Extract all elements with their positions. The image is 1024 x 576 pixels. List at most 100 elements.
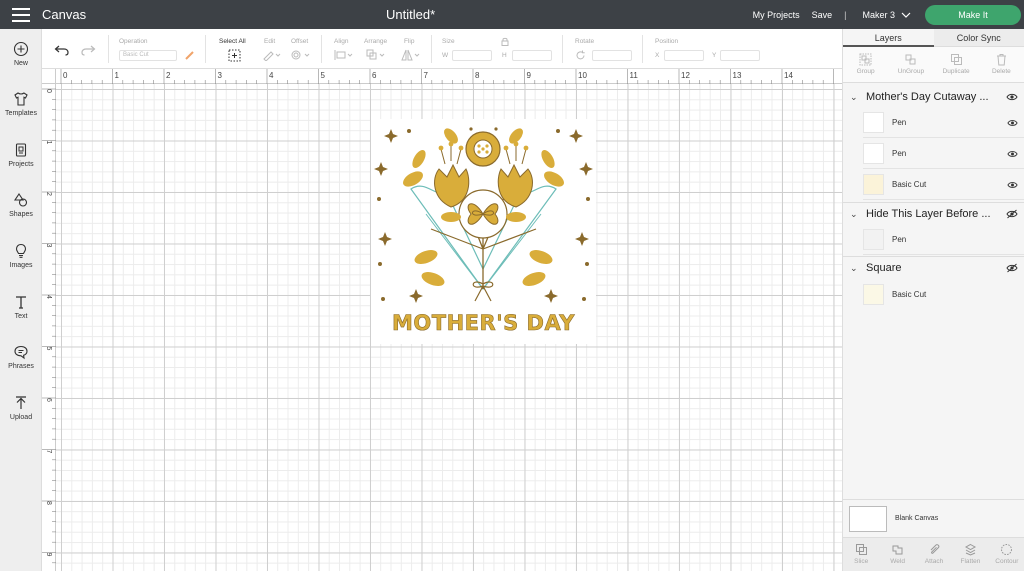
sidebar-item-text[interactable]: Text bbox=[0, 294, 42, 320]
weld-icon bbox=[891, 543, 904, 556]
contour-label: Contour bbox=[995, 558, 1018, 565]
contour-button[interactable]: Contour bbox=[989, 538, 1024, 571]
operation-select[interactable]: Basic Cut bbox=[119, 50, 177, 61]
group-button[interactable]: Group bbox=[843, 47, 888, 82]
rotate-input[interactable] bbox=[592, 50, 632, 61]
make-it-button[interactable]: Make It bbox=[925, 5, 1021, 25]
tab-layers[interactable]: Layers bbox=[843, 29, 934, 47]
ruler-label: 3 bbox=[45, 244, 52, 248]
attach-label: Attach bbox=[925, 558, 943, 565]
pen-color-icon[interactable] bbox=[184, 49, 196, 61]
ruler-label: 14 bbox=[784, 71, 793, 80]
eye-hidden-icon[interactable] bbox=[1006, 263, 1018, 273]
chevron-down-icon[interactable]: ⌄ bbox=[850, 263, 860, 274]
eye-icon[interactable] bbox=[1007, 118, 1018, 128]
arrange-label: Arrange bbox=[364, 38, 387, 45]
horizontal-ruler: 01234567891011121314 bbox=[56, 69, 842, 84]
ruler-label: 8 bbox=[475, 71, 480, 80]
sidebar-item-upload[interactable]: Upload bbox=[0, 395, 42, 421]
hamburger-menu-icon[interactable] bbox=[0, 0, 42, 29]
vertical-ruler: 0123456789 bbox=[42, 84, 56, 571]
sidebar-label: Upload bbox=[10, 414, 32, 421]
layer-group-name: Mother's Day Cutaway ... bbox=[866, 91, 989, 103]
layer-group-square[interactable]: ⌄ Square bbox=[843, 257, 1024, 279]
chevron-down-icon[interactable]: ⌄ bbox=[850, 209, 860, 220]
height-input[interactable] bbox=[512, 50, 552, 61]
sidebar-item-new[interactable]: New bbox=[0, 41, 42, 67]
sidebar-item-images[interactable]: Images bbox=[0, 243, 42, 269]
blank-canvas-row[interactable]: Blank Canvas bbox=[843, 499, 1024, 537]
layer-row[interactable]: Pen bbox=[863, 108, 1024, 138]
delete-label: Delete bbox=[992, 68, 1011, 75]
offset-label: Offset bbox=[291, 38, 308, 45]
lightbulb-icon bbox=[13, 243, 29, 259]
contour-icon bbox=[1000, 543, 1013, 556]
attach-button[interactable]: Attach bbox=[916, 538, 952, 571]
select-all-icon[interactable] bbox=[228, 49, 241, 62]
weld-button[interactable]: Weld bbox=[879, 538, 915, 571]
layer-group-mothers-day[interactable]: ⌄ Mother's Day Cutaway ... bbox=[843, 86, 1024, 108]
chevron-down-icon[interactable]: ⌄ bbox=[850, 92, 860, 103]
machine-selector[interactable]: Maker 3 bbox=[862, 10, 911, 20]
arrange-icon[interactable] bbox=[365, 49, 387, 61]
redo-icon[interactable] bbox=[80, 44, 96, 56]
flip-label: Flip bbox=[404, 38, 414, 45]
vertical-ruler-ticks: 0123456789 bbox=[42, 84, 56, 571]
blank-canvas-thumbnail bbox=[849, 506, 887, 532]
horizontal-ruler-ticks: 01234567891011121314 bbox=[56, 69, 842, 84]
ruler-label: 1 bbox=[115, 71, 120, 80]
operation-value: Basic Cut bbox=[123, 52, 149, 58]
sidebar-item-projects[interactable]: Projects bbox=[0, 142, 42, 168]
sidebar-label: Shapes bbox=[9, 211, 33, 218]
ruler-label: 6 bbox=[45, 398, 52, 402]
chevron-down-icon bbox=[901, 10, 911, 20]
ruler-label: 8 bbox=[45, 501, 52, 505]
save-button[interactable]: Save bbox=[812, 10, 833, 20]
flip-icon[interactable] bbox=[400, 49, 422, 61]
sidebar-item-phrases[interactable]: Phrases bbox=[0, 344, 42, 370]
slice-button[interactable]: Slice bbox=[843, 538, 879, 571]
layer-row[interactable]: Pen bbox=[863, 225, 1024, 255]
layer-thumbnail bbox=[863, 143, 884, 164]
eye-hidden-icon[interactable] bbox=[1006, 209, 1018, 219]
layer-name: Basic Cut bbox=[892, 180, 926, 189]
operation-label: Operation bbox=[119, 38, 148, 45]
sidebar-label: Templates bbox=[5, 110, 37, 117]
layer-group-hide-this[interactable]: ⌄ Hide This Layer Before ... bbox=[843, 203, 1024, 225]
x-input[interactable] bbox=[664, 50, 704, 61]
my-projects-link[interactable]: My Projects bbox=[753, 10, 800, 20]
undo-icon[interactable] bbox=[54, 44, 70, 56]
delete-button[interactable]: Delete bbox=[979, 47, 1024, 82]
document-title[interactable]: Untitled* bbox=[386, 7, 435, 22]
offset-icon[interactable] bbox=[290, 49, 312, 61]
sidebar-item-templates[interactable]: Templates bbox=[0, 91, 42, 117]
duplicate-button[interactable]: Duplicate bbox=[934, 47, 979, 82]
ungroup-button[interactable]: UnGroup bbox=[888, 47, 933, 82]
ungroup-icon bbox=[904, 53, 917, 66]
left-sidebar: New Templates Projects Shapes Images Tex… bbox=[0, 29, 42, 571]
trash-icon bbox=[995, 53, 1008, 66]
mothers-day-design[interactable]: MOTHER'S DAY bbox=[371, 119, 596, 344]
ruler-label: 6 bbox=[372, 71, 377, 80]
eye-icon[interactable] bbox=[1007, 149, 1018, 159]
layer-name: Pen bbox=[892, 149, 906, 158]
width-input[interactable] bbox=[452, 50, 492, 61]
layer-name: Basic Cut bbox=[892, 290, 926, 299]
edit-icon[interactable] bbox=[262, 49, 282, 61]
layer-row[interactable]: Basic Cut bbox=[863, 170, 1024, 200]
shapes-icon bbox=[13, 192, 29, 208]
eye-icon[interactable] bbox=[1006, 92, 1018, 102]
flatten-button[interactable]: Flatten bbox=[952, 538, 988, 571]
layer-row[interactable]: Basic Cut bbox=[863, 279, 1024, 309]
align-icon[interactable] bbox=[333, 49, 355, 61]
layer-group-name: Square bbox=[866, 262, 901, 274]
lock-icon[interactable] bbox=[501, 37, 509, 46]
sidebar-item-shapes[interactable]: Shapes bbox=[0, 192, 42, 218]
layer-row[interactable]: Pen bbox=[863, 139, 1024, 169]
tab-color-sync[interactable]: Color Sync bbox=[934, 29, 1024, 47]
ruler-label: 9 bbox=[45, 553, 52, 557]
y-input[interactable] bbox=[720, 50, 760, 61]
ruler-label: 5 bbox=[321, 71, 326, 80]
eye-icon[interactable] bbox=[1007, 180, 1018, 190]
design-canvas[interactable]: MOTHER'S DAY bbox=[56, 84, 842, 571]
